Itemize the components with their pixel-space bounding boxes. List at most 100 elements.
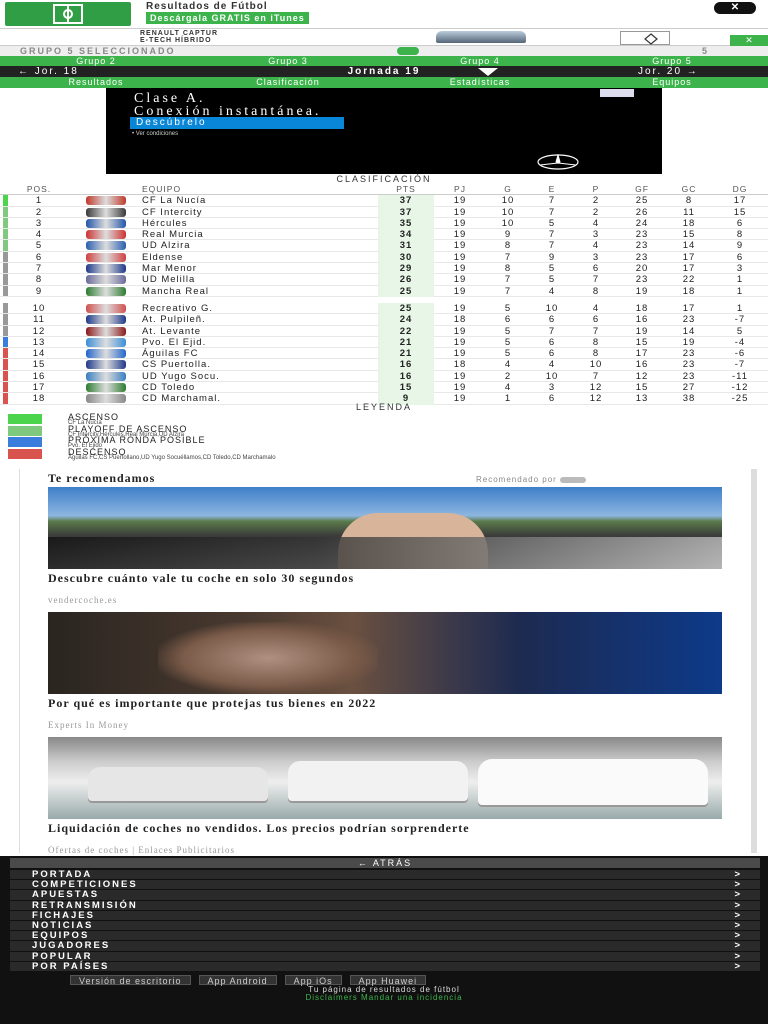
prev-round-link[interactable]: ← Jor. 18 [18, 66, 79, 77]
menu-item[interactable]: POR PAÍSES > [10, 961, 760, 972]
recommended-by[interactable]: Recomendado por [476, 475, 587, 484]
app-download-button[interactable]: Descárgala GRATIS en iTunes [146, 12, 309, 24]
adchoices-icon[interactable] [600, 89, 634, 97]
cell-e: 5 [548, 263, 556, 275]
group-toggle-icon[interactable] [397, 47, 419, 55]
tab-grupo-5[interactable]: Grupo 5 [576, 56, 768, 66]
app-banner[interactable]: Resultados de Fútbol Descárgala GRATIS e… [0, 0, 768, 28]
team-crest-icon [86, 394, 126, 404]
cell-team[interactable]: Pvo. El Ejid. [142, 337, 377, 348]
table-row[interactable]: 4 Real Murcia 34 19 9 7 3 23 15 8 [0, 229, 768, 241]
table-row[interactable]: 9 Mancha Real 25 19 7 4 8 19 18 1 [0, 285, 768, 297]
table-row[interactable]: 14 Águilas FC 21 19 5 6 8 17 23 -6 [0, 348, 768, 360]
cell-team[interactable]: Hércules [142, 218, 377, 229]
cell-team[interactable]: UD Melilla [142, 274, 377, 285]
cell-g: 8 [504, 263, 512, 275]
cell-gf: 20 [635, 263, 649, 275]
table-row[interactable]: 3 Hércules 35 19 10 5 4 24 18 6 [0, 217, 768, 230]
recommendations-panel: Te recomendamos Recomendado por Descubre… [19, 469, 757, 855]
menu-item[interactable]: FICHAJES > [10, 910, 760, 921]
table-row[interactable]: 16 UD Yugo Socu. 16 19 2 10 7 12 23 -11 [0, 370, 768, 383]
tab-resultados[interactable]: Resultados [0, 77, 192, 88]
tab-grupo-3[interactable]: Grupo 3 [192, 56, 384, 66]
cell-g: 7 [504, 285, 512, 297]
cell-team[interactable]: Eldense [142, 252, 377, 263]
cell-e: 9 [548, 251, 556, 263]
cell-gf: 23 [635, 229, 649, 241]
app-android-link[interactable]: App Android [198, 975, 277, 986]
rec-title-3[interactable]: Liquidación de coches no vendidos. Los p… [48, 822, 722, 834]
app-huawei-link[interactable]: App Huawei [349, 975, 427, 986]
table-row[interactable]: 7 Mar Menor 29 19 8 5 6 20 17 3 [0, 263, 768, 275]
menu-item[interactable]: JUGADORES > [10, 941, 760, 952]
cell-pos: 6 [35, 251, 43, 263]
table-row[interactable]: 1 CF La Nucía 37 19 10 7 2 25 8 17 [0, 195, 768, 207]
cell-team[interactable]: At. Levante [142, 326, 377, 337]
menu-item[interactable]: EQUIPOS > [10, 931, 760, 942]
header-pj: PJ [454, 184, 466, 194]
table-row[interactable]: 2 CF Intercity 37 19 10 7 2 26 11 15 [0, 206, 768, 218]
menu-item[interactable]: NOTICIAS > [10, 920, 760, 932]
table-row[interactable]: 17 CD Toledo 15 19 4 3 12 15 27 -12 [0, 382, 768, 394]
cell-e: 6 [548, 348, 556, 360]
cell-team[interactable]: CF La Nucía [142, 195, 377, 206]
ad-strip[interactable]: RENAULT CAPTUR E-TECH HÍBRIDO [0, 28, 768, 46]
banner-close-button[interactable]: ✕ [714, 2, 756, 14]
rec-image-convertible[interactable] [48, 487, 722, 569]
rec-title-2[interactable]: Por qué es importante que protejas tus b… [48, 697, 722, 709]
cell-team[interactable]: Real Murcia [142, 229, 377, 240]
table-row[interactable]: 5 UD Alzira 31 19 8 7 4 23 14 9 [0, 240, 768, 252]
table-row[interactable]: 6 Eldense 30 19 7 9 3 23 17 6 [0, 251, 768, 264]
table-row[interactable]: 15 CS Puertolla. 16 18 4 4 10 16 23 -7 [0, 359, 768, 371]
cell-team[interactable]: CF Intercity [142, 207, 377, 218]
menu-item[interactable]: COMPETICIONES > [10, 880, 760, 891]
app-ios-link[interactable]: App iOs [284, 975, 342, 986]
cell-gf: 16 [635, 314, 649, 326]
tab-grupo-2[interactable]: Grupo 2 [0, 56, 192, 66]
table-row[interactable]: 10 Recreativo G. 25 19 5 10 4 18 17 1 [0, 302, 768, 315]
desktop-version-link[interactable]: Versión de escritorio [70, 975, 191, 986]
team-crest-icon [86, 315, 126, 325]
cell-team[interactable]: UD Yugo Socu. [142, 371, 377, 382]
tab-equipos[interactable]: Equipos [576, 77, 768, 88]
cell-team[interactable]: Mar Menor [142, 263, 377, 274]
table-row[interactable]: 12 At. Levante 22 19 5 7 7 19 14 5 [0, 325, 768, 337]
footer-links[interactable]: Disclaimers Mandar una incidencia [0, 994, 768, 1002]
ad-banner[interactable]: Clase A. Conexión instantánea. Descúbrel… [106, 88, 662, 174]
standings-table: POS. EQUIPO PTS PJ G E P GF GC DG 1 CF La… [0, 184, 768, 405]
cell-p: 12 [589, 382, 603, 394]
rec-image-hooded-man[interactable] [48, 612, 722, 694]
table-row[interactable]: 11 At. Pulpileñ. 24 18 6 6 6 16 23 -7 [0, 314, 768, 326]
cell-team[interactable]: Mancha Real [142, 286, 377, 297]
back-button[interactable]: ← ATRÁS [10, 858, 760, 868]
ad-strip-close-button[interactable]: ✕ [730, 35, 768, 46]
cell-team[interactable]: CD Toledo [142, 382, 377, 393]
cell-team[interactable]: CS Puertolla. [142, 359, 377, 370]
cell-pj: 19 [453, 195, 467, 207]
cell-dg: 6 [736, 251, 744, 263]
ad-strip-brand-line2: E-TECH HÍBRIDO [140, 37, 212, 44]
cell-e: 10 [545, 370, 559, 382]
caret-down-icon[interactable] [478, 68, 498, 76]
tab-estadisticas[interactable]: Estadísticas [384, 77, 576, 88]
menu-item[interactable]: RETRANSMISIÓN > [10, 900, 760, 911]
next-round-link[interactable]: Jor. 20 → [638, 66, 699, 77]
cell-team[interactable]: Recreativo G. [142, 303, 377, 314]
group-bar[interactable]: GRUPO 5 SELECCIONADO 5 [0, 46, 768, 56]
cell-team[interactable]: At. Pulpileñ. [142, 314, 377, 325]
tab-grupo-4[interactable]: Grupo 4 [384, 56, 576, 66]
table-row[interactable]: 13 Pvo. El Ejid. 21 19 5 6 8 15 19 -4 [0, 336, 768, 349]
cell-team[interactable]: Águilas FC [142, 348, 377, 359]
rec-title-1[interactable]: Descubre cuánto vale tu coche en solo 30… [48, 572, 722, 584]
ad-terms-link[interactable]: • Ver condiciones [132, 131, 178, 137]
table-row[interactable]: 8 UD Melilla 26 19 7 5 7 23 22 1 [0, 274, 768, 286]
app-logo[interactable] [5, 2, 131, 26]
menu-item[interactable]: POPULAR > [10, 951, 760, 962]
cell-pts: 26 [378, 274, 434, 286]
car-1 [88, 767, 268, 801]
cell-dg: -4 [734, 336, 746, 348]
rec-image-parked-cars[interactable] [48, 737, 722, 819]
cell-team[interactable]: UD Alzira [142, 240, 377, 251]
ad-cta-button[interactable]: Descúbrelo [130, 117, 344, 129]
tab-clasificacion[interactable]: Clasificación [192, 77, 384, 88]
